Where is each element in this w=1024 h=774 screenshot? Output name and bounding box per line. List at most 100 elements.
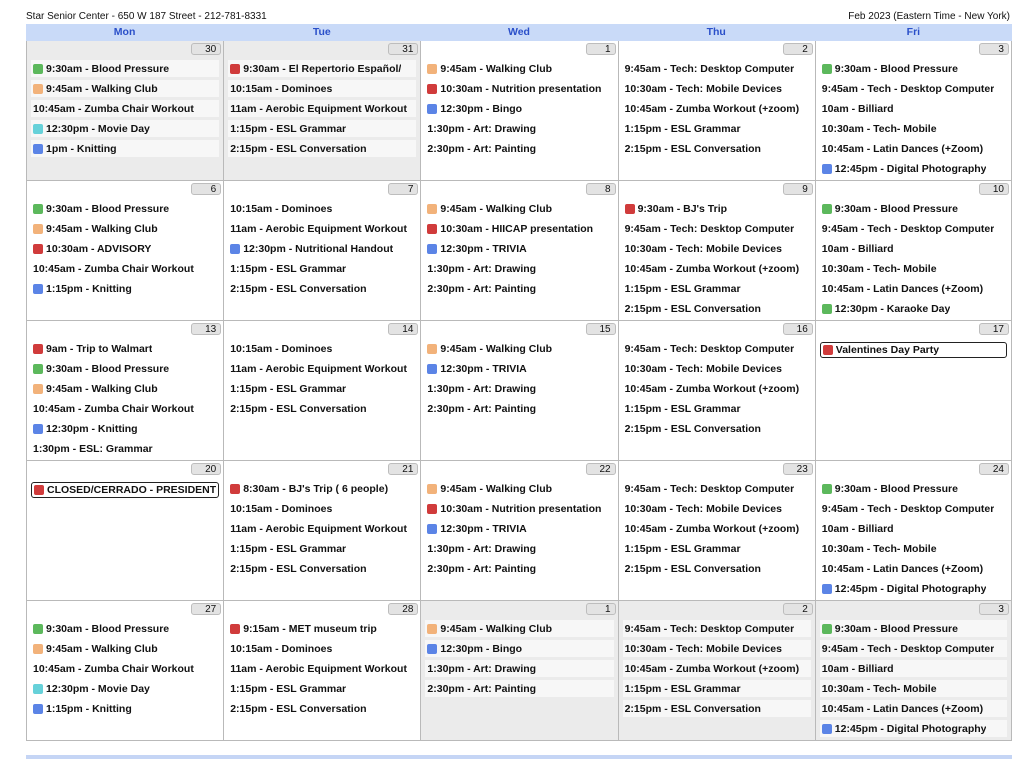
calendar-event[interactable]: 11am - Aerobic Equipment Workout [228, 660, 417, 677]
calendar-event[interactable]: 9:45am - Tech - Desktop Computer [819, 640, 1007, 657]
day-number[interactable]: 6 [191, 183, 222, 195]
calendar-event[interactable]: 10:30am - Nutrition presentation [425, 500, 614, 517]
day-number[interactable]: 22 [585, 463, 616, 475]
calendar-event[interactable]: 10:15am - Dominoes [228, 640, 417, 657]
day-number[interactable]: 7 [388, 183, 419, 195]
calendar-event[interactable]: 9:30am - Blood Pressure [819, 620, 1007, 637]
day-cell[interactable]: 22 9:45am - Walking Club 10:30am - Nutriti… [420, 461, 617, 600]
calendar-event[interactable]: 2:15pm - ESL Conversation [228, 400, 417, 417]
calendar-event[interactable]: 9:30am - Blood Pressure [819, 480, 1007, 497]
calendar-event[interactable]: 10:15am - Dominoes [228, 80, 417, 97]
calendar-event[interactable]: 10:30am - Tech: Mobile Devices [622, 500, 811, 517]
calendar-event[interactable]: 10:30am - Tech: Mobile Devices [622, 80, 811, 97]
calendar-event[interactable]: 12:30pm - Movie Day [31, 680, 220, 697]
calendar-event[interactable]: 2:30pm - Art: Painting [425, 560, 614, 577]
day-number[interactable]: 30 [191, 43, 222, 55]
day-cell[interactable]: 7 10:15am - Dominoes 11am - Aerobic Equipm… [223, 181, 420, 320]
calendar-event[interactable]: 9:45am - Walking Club [425, 340, 614, 357]
calendar-event[interactable]: 10:45am - Zumba Chair Workout [31, 100, 220, 117]
day-number[interactable]: 27 [191, 603, 222, 615]
calendar-event[interactable]: 2:15pm - ESL Conversation [622, 300, 811, 317]
calendar-event[interactable]: 9:30am - Blood Pressure [31, 620, 220, 637]
calendar-event[interactable]: 10:15am - Dominoes [228, 200, 417, 217]
calendar-event[interactable]: 9:45am - Walking Club [31, 640, 220, 657]
calendar-event[interactable]: 9:45am - Tech: Desktop Computer [622, 620, 811, 637]
day-cell[interactable]: 20 CLOSED/CERRADO - PRESIDENT'S [26, 461, 223, 600]
day-number[interactable]: 24 [978, 463, 1009, 475]
calendar-event[interactable]: 9:45am - Tech: Desktop Computer [622, 60, 811, 77]
day-cell[interactable]: 13 9am - Trip to Walmart 9:30am - Blood Pr… [26, 321, 223, 460]
calendar-event[interactable]: 9:45am - Tech - Desktop Computer [819, 500, 1007, 517]
calendar-event[interactable]: 1:15pm - ESL Grammar [228, 680, 417, 697]
calendar-event[interactable]: 12:45pm - Digital Photography [819, 720, 1007, 737]
day-number[interactable]: 8 [585, 183, 616, 195]
calendar-event[interactable]: 9:45am - Walking Club [425, 60, 614, 77]
calendar-event[interactable]: 10:45am - Latin Dances (+Zoom) [819, 560, 1007, 577]
day-cell[interactable]: 17 Valentines Day Party [814, 321, 1012, 460]
day-number[interactable]: 1 [585, 603, 616, 615]
day-cell[interactable]: 10 9:30am - Blood Pressure 9:45am - Tech -… [814, 181, 1012, 320]
calendar-event[interactable]: 12:30pm - TRIVIA [425, 360, 614, 377]
calendar-event[interactable]: 9:30am - El Repertorio Español/ [228, 60, 417, 77]
calendar-event[interactable]: CLOSED/CERRADO - PRESIDENT'S [31, 482, 220, 498]
calendar-event[interactable]: 2:15pm - ESL Conversation [622, 420, 811, 437]
day-cell[interactable]: 1 9:45am - Walking Club 10:30am - Nutritio… [420, 41, 617, 180]
calendar-event[interactable]: 9:30am - Blood Pressure [819, 60, 1007, 77]
day-number[interactable]: 2 [782, 43, 813, 55]
calendar-event[interactable]: 1:30pm - Art: Drawing [425, 380, 614, 397]
calendar-event[interactable]: 12:45pm - Digital Photography [819, 580, 1007, 597]
calendar-event[interactable]: 2:15pm - ESL Conversation [622, 700, 811, 717]
calendar-event[interactable]: 9:45am - Tech - Desktop Computer [819, 220, 1007, 237]
day-cell[interactable]: 6 9:30am - Blood Pressure 9:45am - Walking… [26, 181, 223, 320]
calendar-event[interactable]: 10am - Billiard [819, 100, 1007, 117]
calendar-event[interactable]: 12:30pm - Knitting [31, 420, 220, 437]
day-cell[interactable]: 23 9:45am - Tech: Desktop Computer 10:30am… [617, 461, 815, 600]
day-cell[interactable]: 28 9:15am - MET museum trip 10:15am - Domi… [223, 601, 420, 740]
calendar-event[interactable]: 8:30am - BJ's Trip ( 6 people) [228, 480, 417, 497]
calendar-event[interactable]: 2:30pm - Art: Painting [425, 400, 614, 417]
day-number[interactable]: 20 [191, 463, 222, 475]
day-cell[interactable]: 15 9:45am - Walking Club 12:30pm - TRIVIA 1… [420, 321, 617, 460]
calendar-event[interactable]: 9:45am - Walking Club [425, 200, 614, 217]
calendar-event[interactable]: 10:45am - Zumba Chair Workout [31, 660, 220, 677]
calendar-event[interactable]: 11am - Aerobic Equipment Workout [228, 100, 417, 117]
calendar-event[interactable]: 10:45am - Latin Dances (+Zoom) [819, 140, 1007, 157]
day-cell[interactable]: 1 9:45am - Walking Club 12:30pm - Bingo 1:3… [420, 601, 618, 740]
day-number[interactable]: 21 [388, 463, 419, 475]
calendar-event[interactable]: 10:30am - ADVISORY [31, 240, 220, 257]
calendar-event[interactable]: 12:30pm - Karaoke Day [819, 300, 1007, 317]
day-number[interactable]: 31 [388, 43, 419, 55]
calendar-event[interactable]: 9:45am - Tech: Desktop Computer [622, 480, 811, 497]
day-cell[interactable]: 24 9:30am - Blood Pressure 9:45am - Tech -… [814, 461, 1012, 600]
day-cell[interactable]: 2 9:45am - Tech: Desktop Computer 10:30am … [617, 601, 815, 740]
calendar-event[interactable]: 10:30am - Tech- Mobile [819, 680, 1007, 697]
calendar-event[interactable]: 10:45am - Zumba Workout (+zoom) [622, 100, 811, 117]
calendar-event[interactable]: 10:30am - Tech: Mobile Devices [622, 640, 811, 657]
calendar-event[interactable]: 9:30am - Blood Pressure [31, 360, 220, 377]
calendar-event[interactable]: 10:30am - Tech- Mobile [819, 540, 1007, 557]
day-number[interactable]: 17 [978, 323, 1009, 335]
calendar-event[interactable]: 2:15pm - ESL Conversation [228, 140, 417, 157]
calendar-event[interactable]: 9:45am - Tech: Desktop Computer [622, 340, 811, 357]
day-number[interactable]: 9 [782, 183, 813, 195]
calendar-event[interactable]: 2:15pm - ESL Conversation [228, 560, 417, 577]
day-cell[interactable]: 31 9:30am - El Repertorio Español/10:15am… [223, 41, 421, 180]
day-cell[interactable]: 3 9:30am - Blood Pressure 9:45am - Tech - … [814, 601, 1012, 740]
calendar-event[interactable]: 2:30pm - Art: Painting [425, 680, 614, 697]
day-cell[interactable]: 9 9:30am - BJ's Trip 9:45am - Tech: Deskto… [617, 181, 815, 320]
calendar-event[interactable]: 2:30pm - Art: Painting [425, 280, 614, 297]
calendar-event[interactable]: 1:30pm - Art: Drawing [425, 120, 614, 137]
calendar-event[interactable]: 9:45am - Tech - Desktop Computer [819, 80, 1007, 97]
calendar-event[interactable]: 2:15pm - ESL Conversation [622, 140, 811, 157]
calendar-event[interactable]: 12:30pm - TRIVIA [425, 520, 614, 537]
calendar-event[interactable]: 10:15am - Dominoes [228, 340, 417, 357]
day-cell[interactable]: 16 9:45am - Tech: Desktop Computer 10:30am… [617, 321, 815, 460]
calendar-event[interactable]: 1:30pm - ESL: Grammar [31, 440, 220, 457]
day-number[interactable]: 3 [978, 43, 1009, 55]
calendar-event[interactable]: 1:15pm - ESL Grammar [622, 540, 811, 557]
calendar-event[interactable]: 1:30pm - Art: Drawing [425, 540, 614, 557]
day-number[interactable]: 1 [585, 43, 616, 55]
calendar-event[interactable]: 12:30pm - TRIVIA [425, 240, 614, 257]
calendar-event[interactable]: 9:45am - Tech: Desktop Computer [622, 220, 811, 237]
calendar-event[interactable]: 12:45pm - Digital Photography [819, 160, 1007, 177]
